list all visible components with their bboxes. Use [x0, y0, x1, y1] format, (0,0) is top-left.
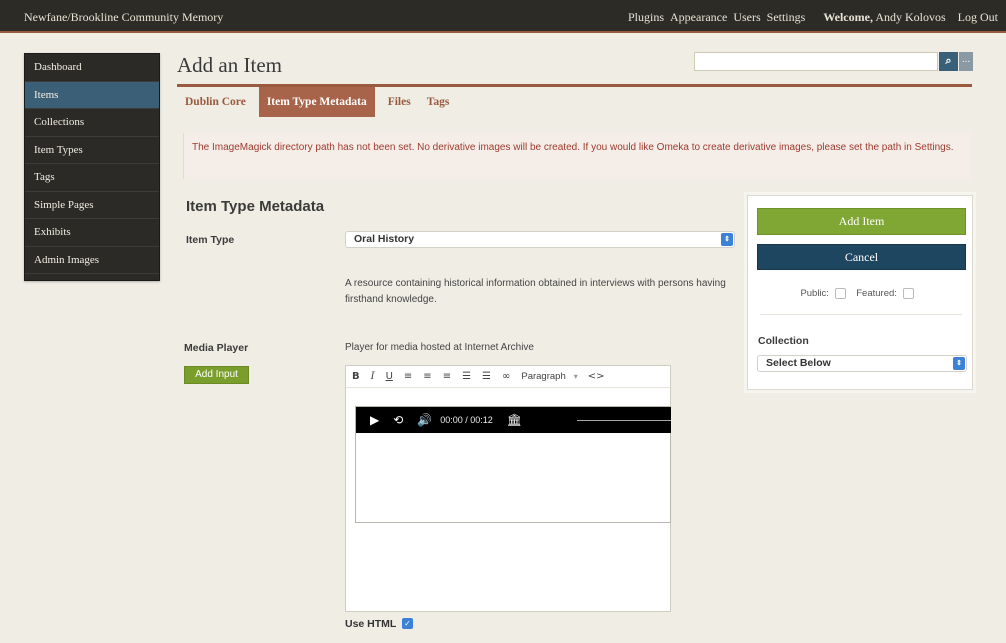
italic-button[interactable]: I: [371, 371, 375, 382]
use-html-label: Use HTML: [345, 618, 397, 630]
admin-sidebar: Dashboard Items Collections Item Types T…: [24, 53, 160, 281]
sidebar-item-simple-pages[interactable]: Simple Pages: [25, 192, 159, 219]
replay-icon[interactable]: ⟲: [393, 413, 403, 427]
nav-appearance[interactable]: Appearance: [670, 10, 727, 25]
section-title: Item Type Metadata: [186, 198, 325, 215]
item-type-label: Item Type: [186, 234, 235, 246]
tab-dublin-core[interactable]: Dublin Core: [177, 87, 254, 117]
add-input-button[interactable]: Add Input: [184, 366, 249, 384]
public-checkbox[interactable]: [834, 288, 846, 299]
select-arrows-icon: ⇕: [953, 357, 965, 370]
add-item-button[interactable]: Add Item: [757, 208, 966, 235]
page-title: Add an Item: [177, 53, 282, 77]
bold-button[interactable]: B: [352, 371, 360, 382]
media-player-label: Media Player: [184, 342, 249, 354]
chevron-down-icon: ▾: [573, 372, 578, 381]
cancel-button[interactable]: Cancel: [757, 244, 966, 270]
search-button[interactable]: ⌕: [939, 52, 958, 71]
select-arrows-icon: ⇕: [721, 233, 733, 246]
volume-icon[interactable]: 🔊: [417, 413, 432, 427]
sidebar-item-item-types[interactable]: Item Types: [25, 137, 159, 164]
format-select[interactable]: Paragraph: [521, 371, 565, 382]
item-type-select[interactable]: Oral History ⇕: [345, 231, 735, 248]
collection-value: Select Below: [766, 357, 831, 369]
editor-content[interactable]: ▶ ⟲ 🔊 00:00 / 00:12 🏛: [355, 406, 671, 523]
archive-logo-icon[interactable]: 🏛: [507, 413, 522, 427]
align-right-icon[interactable]: ≡: [443, 371, 451, 382]
section-tabs: Dublin Core Item Type Metadata Files Tag…: [177, 87, 457, 117]
collection-label: Collection: [758, 335, 809, 347]
featured-checkbox[interactable]: [902, 288, 914, 299]
tab-files[interactable]: Files: [380, 87, 419, 117]
sidebar-item-exhibits[interactable]: Exhibits: [25, 219, 159, 247]
collection-select[interactable]: Select Below ⇕: [757, 355, 967, 372]
welcome-user[interactable]: Andy Kolovos: [875, 10, 945, 24]
check-icon: ✓: [404, 619, 411, 628]
progress-track[interactable]: [577, 420, 671, 421]
align-center-icon[interactable]: ≡: [423, 371, 431, 382]
visibility-options: Public: Featured:: [748, 288, 974, 299]
sidebar-item-items[interactable]: Items: [25, 81, 159, 109]
save-panel: Add Item Cancel Public: Featured: Collec…: [747, 195, 973, 390]
underline-button[interactable]: U: [386, 371, 393, 382]
audio-player: ▶ ⟲ 🔊 00:00 / 00:12 🏛: [356, 407, 671, 433]
item-type-description: A resource containing historical informa…: [345, 278, 726, 305]
code-view-button[interactable]: <>: [588, 371, 605, 382]
sidebar-item-dashboard[interactable]: Dashboard: [25, 54, 159, 82]
featured-label: Featured:: [856, 288, 897, 300]
play-icon[interactable]: ▶: [370, 413, 379, 427]
bullet-list-icon[interactable]: ☰: [462, 371, 471, 382]
sidebar-item-tags[interactable]: Tags: [25, 164, 159, 192]
top-bar: Newfane/Brookline Community Memory Plugi…: [0, 0, 1006, 33]
player-time: 00:00 / 00:12: [440, 415, 493, 425]
align-left-icon[interactable]: ≡: [404, 371, 412, 382]
numbered-list-icon[interactable]: ☰: [482, 371, 491, 382]
sidebar-item-collections[interactable]: Collections: [25, 109, 159, 137]
error-notice: The ImageMagick directory path has not b…: [183, 133, 970, 179]
tab-tags[interactable]: Tags: [419, 87, 458, 117]
media-player-description: Player for media hosted at Internet Arch…: [345, 342, 534, 353]
item-type-value: Oral History: [354, 233, 415, 245]
advanced-search-button[interactable]: ...: [959, 52, 973, 71]
nav-settings[interactable]: Settings: [767, 10, 806, 25]
search-input[interactable]: [694, 52, 938, 71]
welcome-prefix: Welcome,: [823, 10, 873, 24]
nav-plugins[interactable]: Plugins: [628, 10, 664, 25]
tab-item-type-metadata[interactable]: Item Type Metadata: [258, 87, 375, 117]
editor-toolbar: B I U ≡ ≡ ≡ ☰ ☰ ∞ Paragraph ▾ <>: [346, 366, 670, 388]
nav-users[interactable]: Users: [733, 10, 760, 25]
public-label: Public:: [800, 288, 829, 300]
search-icon: ⌕: [945, 55, 952, 67]
panel-divider: [760, 314, 962, 315]
site-title[interactable]: Newfane/Brookline Community Memory: [24, 10, 223, 25]
use-html-checkbox[interactable]: ✓: [402, 618, 413, 629]
link-icon[interactable]: ∞: [502, 371, 510, 382]
logout-link[interactable]: Log Out: [958, 10, 998, 25]
sidebar-item-admin-images[interactable]: Admin Images: [25, 247, 159, 274]
rich-text-editor[interactable]: B I U ≡ ≡ ≡ ☰ ☰ ∞ Paragraph ▾ <> ▶ ⟲ 🔊 0…: [345, 365, 671, 612]
welcome-text: Welcome, Andy Kolovos: [823, 10, 951, 25]
top-nav: Plugins Appearance Users Settings Welcom…: [628, 10, 1006, 25]
